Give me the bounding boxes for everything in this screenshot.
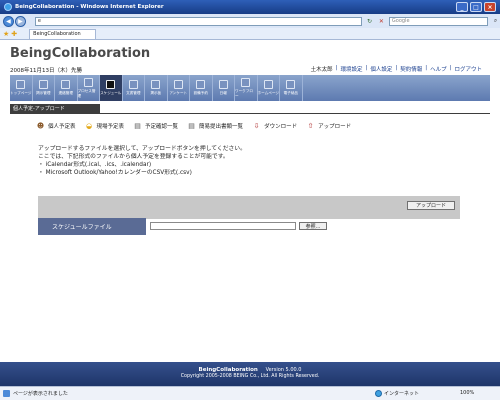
nav-facility-booking[interactable]: 設備予約 bbox=[190, 75, 213, 101]
nav-process-mgmt[interactable]: プロセス管理 bbox=[78, 75, 100, 101]
forward-icon[interactable]: ▶ bbox=[14, 15, 26, 27]
subnav-site-schedule[interactable]: ◒ 現場予定表 bbox=[85, 121, 124, 130]
page-footer: BeingCollaboration Version 5.00.0 Copyri… bbox=[0, 362, 500, 386]
ie-logo-icon bbox=[4, 3, 12, 11]
main-nav: トップページ 掲示管理 連絡管理 プロセス管理 スケジュール 文書管理 掲示板 … bbox=[10, 75, 490, 101]
nav-document-mgmt[interactable]: 文書管理 bbox=[123, 75, 145, 101]
add-favorites-icon[interactable]: ✚ bbox=[11, 30, 17, 38]
description-line-2: ここでは、下記形式のファイルから個人予定を登録することが可能です。 bbox=[38, 154, 229, 160]
delivery-icon bbox=[286, 80, 296, 89]
footer-product: BeingCollaboration bbox=[198, 367, 258, 373]
calendar-icon bbox=[106, 80, 116, 89]
current-date: 2008年11月13日（木）先勝 bbox=[10, 68, 82, 74]
stop-icon[interactable]: ✕ bbox=[377, 17, 386, 26]
browser-statusbar: ページが表示されました インターネット 100% bbox=[0, 386, 500, 400]
brand-title: BeingCollaboration bbox=[10, 46, 151, 61]
url-input[interactable]: e bbox=[34, 16, 363, 26]
facility-icon bbox=[196, 80, 206, 89]
section-divider bbox=[10, 113, 490, 114]
person-icon: ☻ bbox=[36, 121, 45, 130]
folder-icon bbox=[128, 80, 138, 89]
link-logout[interactable]: ログアウト bbox=[454, 65, 482, 73]
upload-form-toolbar bbox=[38, 196, 460, 218]
report-icon bbox=[218, 80, 228, 89]
maximize-button[interactable]: □ bbox=[470, 2, 482, 12]
nav-filler bbox=[303, 75, 491, 101]
close-button[interactable]: × bbox=[484, 2, 496, 12]
subnav-personal-schedule[interactable]: ☻ 個人予定表 bbox=[36, 121, 76, 130]
back-icon[interactable]: ◀ bbox=[3, 15, 14, 27]
nav-bulletin-board[interactable]: 掲示板 bbox=[145, 75, 168, 101]
nav-survey[interactable]: アンケート bbox=[168, 75, 190, 101]
process-icon bbox=[83, 77, 93, 87]
subnav-simple-documents[interactable]: ▤ 簡易提出書類一覧 bbox=[187, 121, 243, 130]
zone-label: インターネット bbox=[384, 391, 420, 397]
workflow-icon bbox=[241, 77, 251, 87]
globe-icon bbox=[375, 390, 382, 397]
security-zone[interactable]: インターネット bbox=[375, 390, 419, 397]
nav-schedule[interactable]: スケジュール bbox=[100, 75, 123, 101]
download-icon: ⇩ bbox=[253, 121, 260, 130]
section-title: 個人予定-アップロード bbox=[10, 104, 100, 113]
refresh-icon[interactable]: ↻ bbox=[365, 17, 374, 26]
nav-homepage[interactable]: ホームページ bbox=[258, 75, 280, 101]
nav-e-delivery[interactable]: 電子納品 bbox=[280, 75, 303, 101]
favorites-star-icon[interactable]: ★ bbox=[3, 30, 9, 38]
window-controls: _ □ × bbox=[456, 2, 496, 12]
link-environment-settings[interactable]: 環境設定 bbox=[340, 65, 362, 73]
link-personal-settings[interactable]: 個人設定 bbox=[370, 65, 392, 73]
tab-beingcollaboration[interactable]: BeingCollaboration bbox=[29, 28, 96, 39]
tab-label: BeingCollaboration bbox=[33, 31, 81, 37]
nav-workflow[interactable]: ワークフロー bbox=[235, 75, 258, 101]
web-icon bbox=[263, 80, 273, 89]
subnav-download[interactable]: ⇩ ダウンロード bbox=[252, 121, 297, 130]
list-icon: ▤ bbox=[134, 121, 141, 130]
board-icon bbox=[38, 80, 48, 89]
upload-button[interactable]: アップロード bbox=[407, 201, 455, 210]
document-icon: ▤ bbox=[188, 121, 195, 130]
description-line-1: アップロードするファイルを選択して、アップロードボタンを押してください。 bbox=[38, 146, 246, 152]
mail-icon bbox=[61, 80, 71, 89]
browse-button[interactable]: 参照... bbox=[299, 222, 327, 230]
search-icon[interactable]: ⌕ bbox=[491, 17, 500, 26]
footer-version: Version 5.00.0 bbox=[265, 367, 302, 373]
zoom-level[interactable]: 100% bbox=[460, 390, 474, 396]
upload-icon: ⇧ bbox=[307, 121, 314, 130]
link-help[interactable]: ヘルプ bbox=[430, 65, 447, 73]
format-bullet-ical: ・ iCalendar形式(.ical、.ics、.icalendar) bbox=[38, 162, 152, 168]
upload-description: アップロードするファイルを選択して、アップロードボタンを押してください。 ここで… bbox=[38, 145, 246, 177]
footer-copyright: Copyright 2005-2008 BEING Co., Ltd. All … bbox=[180, 374, 320, 379]
favorites-bar: ★ ✚ BeingCollaboration bbox=[0, 28, 500, 40]
format-bullet-csv: ・ Microsoft Outlook/Yahoo!カレンダーのCSV形式(.c… bbox=[38, 170, 192, 176]
window-titlebar: BeingCollaboration - Windows Internet Ex… bbox=[0, 0, 500, 14]
subnav-upload[interactable]: ⇧ アップロード bbox=[306, 121, 351, 130]
nav-bulletin-mgmt[interactable]: 掲示管理 bbox=[33, 75, 55, 101]
page-status-icon bbox=[3, 390, 10, 397]
subnav-schedule-list[interactable]: ▤ 予定確認一覧 bbox=[133, 121, 178, 130]
search-input[interactable]: Google bbox=[388, 16, 489, 26]
nav-daily-report[interactable]: 日報 bbox=[213, 75, 235, 101]
schedule-file-input[interactable] bbox=[150, 222, 296, 230]
address-bar: ◀ ▶ e ↻ ✕ Google ⌕ bbox=[0, 14, 500, 28]
pin-icon bbox=[151, 80, 161, 89]
home-icon bbox=[16, 80, 26, 89]
link-contract-info[interactable]: 契約情報 bbox=[400, 65, 422, 73]
minimize-button[interactable]: _ bbox=[456, 2, 468, 12]
status-text: ページが表示されました bbox=[13, 391, 68, 397]
utility-links: 土木太郎 | 環境設定 | 個人設定 | 契約情報 | ヘルプ | ログアウト bbox=[310, 65, 482, 73]
user-name: 土木太郎 bbox=[310, 67, 333, 73]
schedule-subnav: ☻ 個人予定表 ◒ 現場予定表 ▤ 予定確認一覧 ▤ 簡易提出書類一覧 ⇩ ダウンロード … bbox=[36, 121, 351, 130]
survey-icon bbox=[173, 80, 183, 89]
helmet-icon: ◒ bbox=[85, 121, 93, 130]
nav-top-page[interactable]: トップページ bbox=[10, 75, 33, 101]
window-title: BeingCollaboration - Windows Internet Ex… bbox=[15, 4, 164, 10]
schedule-file-label: スケジュールファイル bbox=[38, 218, 146, 235]
nav-contact-mgmt[interactable]: 連絡管理 bbox=[55, 75, 78, 101]
